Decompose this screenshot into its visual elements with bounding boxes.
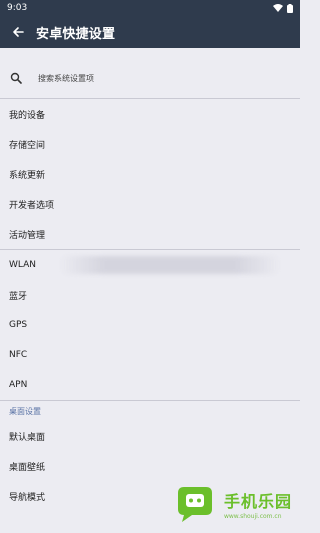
watermark-url: www.shouji.com.cn — [223, 513, 282, 520]
settings-group-device: 我的设备 存储空间 系统更新 开发者选项 活动管理 — [0, 99, 300, 249]
list-item-label: WLAN — [9, 260, 37, 270]
blur-overlay — [60, 256, 280, 274]
list-item[interactable]: 桌面壁纸 — [0, 451, 300, 481]
list-item[interactable]: 我的设备 — [0, 99, 300, 129]
search-icon — [8, 70, 24, 86]
watermark-logo-icon — [177, 487, 212, 522]
list-item[interactable]: 蓝牙 — [0, 280, 300, 310]
section-header: 桌面设置 — [9, 406, 41, 416]
status-bar: 9:03 — [0, 0, 300, 16]
search-input[interactable]: 搜索系统设置项 — [38, 73, 94, 84]
list-item[interactable]: 活动管理 — [0, 219, 300, 249]
list-item[interactable]: 默认桌面 — [0, 421, 300, 451]
app-bar: 安卓快捷设置 — [0, 16, 300, 48]
status-time: 9:03 — [7, 3, 28, 13]
list-item[interactable]: 系统更新 — [0, 159, 300, 189]
list-item-wlan[interactable]: WLAN — [0, 250, 300, 280]
list-item[interactable]: NFC — [0, 340, 300, 370]
list-item[interactable]: APN — [0, 370, 300, 400]
list-item[interactable]: 存储空间 — [0, 129, 300, 159]
list-item[interactable]: 开发者选项 — [0, 189, 300, 219]
back-arrow-icon — [13, 27, 24, 37]
battery-icon — [287, 3, 293, 13]
page-title: 安卓快捷设置 — [36, 26, 116, 42]
watermark-main: 手机乐园 — [223, 492, 292, 511]
wifi-icon — [273, 4, 283, 12]
list-item[interactable]: GPS — [0, 310, 300, 340]
status-icons — [273, 3, 293, 13]
watermark-text: 手机乐园 www.shouji.com.cn — [224, 488, 292, 520]
watermark: 手机乐园 www.shouji.com.cn — [172, 485, 292, 523]
back-button[interactable] — [8, 22, 28, 42]
settings-group-network: WLAN 蓝牙 GPS NFC APN — [0, 250, 300, 400]
search-row[interactable]: 搜索系统设置项 — [0, 58, 300, 98]
